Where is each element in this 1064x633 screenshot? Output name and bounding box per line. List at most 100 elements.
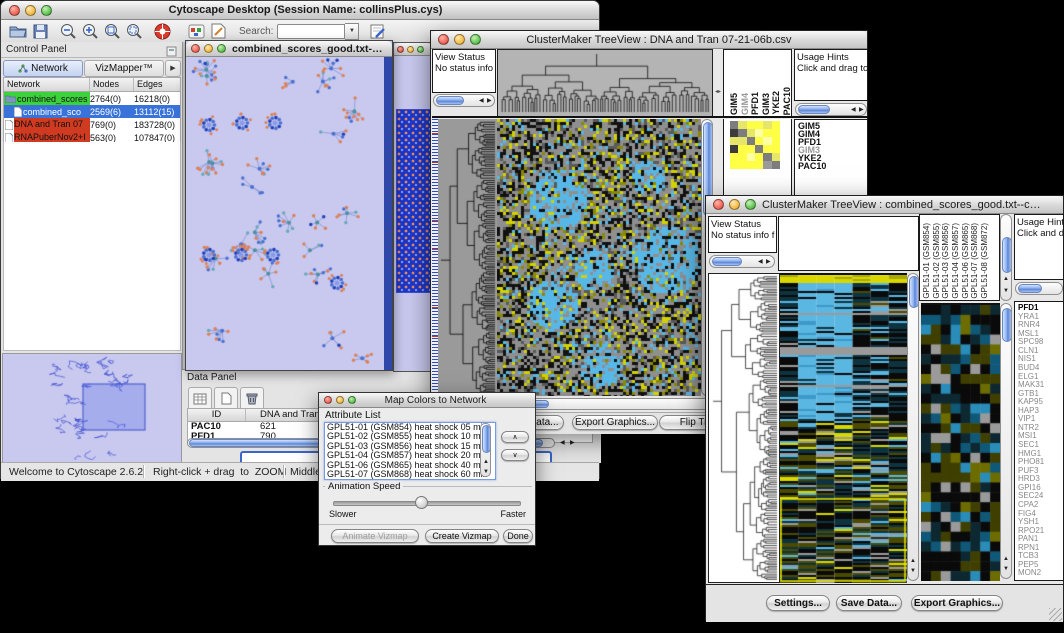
treeview1-column-labels[interactable]: GIM5GIM4PFD1GIM3YKE2PAC10 xyxy=(729,53,792,115)
tab-overflow-button[interactable]: ▶ xyxy=(165,60,181,77)
main-title-bar[interactable]: Cytoscape Desktop (Session Name: collins… xyxy=(1,1,599,20)
create-vizmap-button[interactable]: Create Vizmap xyxy=(425,529,499,543)
column-label[interactable]: GIM4 xyxy=(740,93,751,115)
scroll-down-icon[interactable]: ▼ xyxy=(1003,288,1009,294)
zoom-button[interactable] xyxy=(217,44,226,53)
search-input[interactable] xyxy=(277,24,345,39)
zoom-fit-icon[interactable] xyxy=(101,21,123,42)
scroll-right-icon[interactable]: ▶ xyxy=(487,98,492,104)
attribute-list-item[interactable]: GPL51-07 (GSM868) heat shock 60 min xyxy=(327,470,495,479)
treeview2-hints-scrollbar[interactable] xyxy=(1015,282,1063,295)
treeview1-hints-scrollbar[interactable] xyxy=(795,103,867,116)
resize-grip[interactable] xyxy=(1049,608,1062,621)
treeview2-column-labels[interactable]: GPL51-01 (GSM854)GPL51-02 (GSM855)GPL51-… xyxy=(922,215,990,299)
close-button[interactable] xyxy=(191,44,200,53)
treeview1-status-scrollbar[interactable] xyxy=(433,94,495,107)
minimize-button[interactable] xyxy=(204,44,213,53)
network-canvas[interactable] xyxy=(187,57,385,370)
scroll-right-icon[interactable]: ▶ xyxy=(570,440,575,446)
column-label[interactable]: GPL51-01 (GSM854) xyxy=(922,223,932,299)
move-up-button[interactable]: ∧ xyxy=(501,431,529,443)
minimize-button[interactable] xyxy=(25,5,36,16)
birdseye-view[interactable] xyxy=(3,354,179,460)
close-button[interactable] xyxy=(713,199,724,210)
treeview1-title-bar[interactable]: ClusterMaker TreeView : DNA and Tran 07-… xyxy=(431,31,867,49)
treeview2-title-bar[interactable]: ClusterMaker TreeView : combined_scores_… xyxy=(706,196,1063,214)
scroll-up-icon[interactable]: ▲ xyxy=(1003,276,1009,282)
col-header-id[interactable]: ID xyxy=(188,409,246,421)
treeview1-row-labels[interactable]: GIM5GIM4PFD1GIM3YKE2PAC10 xyxy=(798,122,826,170)
column-label[interactable]: GPL51-02 (GSM855) xyxy=(932,223,942,299)
settings-button[interactable]: Settings... xyxy=(766,595,830,611)
column-label[interactable]: GPL51-06 (GSM865) xyxy=(961,223,971,299)
zoom-selected-icon[interactable] xyxy=(123,21,145,42)
zoom-heatmap[interactable] xyxy=(730,121,780,169)
export-graphics-button[interactable]: Export Graphics... xyxy=(911,595,1003,611)
column-label[interactable]: GIM5 xyxy=(729,93,740,115)
column-label[interactable]: YKE2 xyxy=(771,91,782,115)
open-session-icon[interactable] xyxy=(7,21,29,42)
column-label[interactable]: GPL51-08 (GSM872) xyxy=(980,223,990,299)
close-button[interactable] xyxy=(397,46,404,53)
scroll-left-icon[interactable]: ◀ xyxy=(479,98,484,104)
tab-network[interactable]: Network xyxy=(3,60,83,77)
scroll-right-icon[interactable]: ▶ xyxy=(859,107,864,113)
column-label[interactable]: GPL51-03 (GSM856) xyxy=(941,223,951,299)
save-data-button[interactable]: Save Data... xyxy=(836,595,902,611)
treeview2-gene-list[interactable]: PFD1YRA1RNR4MSL1SPC98CLN1NIS1BUD4ELG1MAK… xyxy=(1018,304,1044,578)
dense-network-block[interactable] xyxy=(396,109,432,293)
animate-vizmap-button[interactable]: Animate Vizmap xyxy=(331,529,419,543)
close-button[interactable] xyxy=(9,5,20,16)
network-view-title-bar[interactable]: combined_scores_good.txt--cluste... xyxy=(186,41,392,57)
minimize-button[interactable] xyxy=(454,34,465,45)
global-heatmap[interactable] xyxy=(780,273,907,583)
col-header-nodes[interactable]: Nodes xyxy=(90,78,134,91)
done-button[interactable]: Done xyxy=(503,529,533,543)
scroll-down-icon[interactable]: ▼ xyxy=(1003,566,1009,572)
treeview2-global-vscrollbar[interactable] xyxy=(907,273,919,581)
row-dendrogram[interactable] xyxy=(438,119,497,396)
treeview2-column-dendrogram-pane[interactable] xyxy=(778,216,919,271)
scroll-down-icon[interactable]: ▼ xyxy=(483,469,489,475)
table-view-icon[interactable] xyxy=(188,387,212,410)
new-attribute-icon[interactable] xyxy=(214,387,238,410)
column-label[interactable]: GPL51-04 (GSM857) xyxy=(951,223,961,299)
row-label[interactable]: PAC10 xyxy=(798,162,826,170)
annotation-icon[interactable] xyxy=(207,21,229,42)
plugin-manager-icon[interactable] xyxy=(185,21,207,42)
speed-slider-thumb[interactable] xyxy=(415,496,428,509)
scroll-up-icon[interactable]: ▲ xyxy=(483,459,489,465)
col-header-edges[interactable]: Edges xyxy=(134,78,178,91)
zoom-button[interactable] xyxy=(348,396,356,404)
dialog-title-bar[interactable]: Map Colors to Network xyxy=(319,393,535,408)
col-header-network[interactable]: Network xyxy=(4,78,90,91)
row-dendrogram[interactable] xyxy=(708,273,780,583)
attribute-editor-icon[interactable] xyxy=(367,21,389,42)
scroll-left-icon[interactable]: ◀ xyxy=(758,259,763,265)
network-row-combined-sco-selected[interactable]: combined_sco 2569(6) 13112(15) xyxy=(4,105,180,118)
minimize-button[interactable] xyxy=(407,46,414,53)
close-button[interactable] xyxy=(324,396,332,404)
scroll-left-icon[interactable]: ◀ xyxy=(851,107,856,113)
zoom-button[interactable] xyxy=(417,46,424,53)
search-dropdown-button[interactable]: ▼ xyxy=(345,23,359,40)
treeview2-zoom-vscrollbar[interactable] xyxy=(1000,303,1012,579)
global-heatmap[interactable] xyxy=(497,119,701,396)
help-lifering-icon[interactable] xyxy=(151,21,173,42)
minimize-button[interactable] xyxy=(336,396,344,404)
scroll-up-icon[interactable]: ▲ xyxy=(910,558,916,564)
zoom-button[interactable] xyxy=(470,34,481,45)
zoom-button[interactable] xyxy=(745,199,756,210)
network-row-combined-scores[interactable]: combined_scores 2764(0) 16218(0) xyxy=(4,92,180,105)
scroll-left-icon[interactable]: ◀ xyxy=(560,440,565,446)
export-graphics-button[interactable]: Export Graphics... xyxy=(572,415,658,430)
strip-window-title-bar[interactable] xyxy=(394,43,431,56)
scroll-down-icon[interactable]: ▼ xyxy=(910,568,916,574)
gene-label[interactable]: MON2 xyxy=(1018,569,1044,578)
scroll-right-icon[interactable]: ▶ xyxy=(766,259,771,265)
scroll-up-icon[interactable]: ▲ xyxy=(1003,556,1009,562)
minimize-button[interactable] xyxy=(729,199,740,210)
zoom-heatmap[interactable] xyxy=(921,303,1000,581)
zoom-button[interactable] xyxy=(41,5,52,16)
close-button[interactable] xyxy=(438,34,449,45)
